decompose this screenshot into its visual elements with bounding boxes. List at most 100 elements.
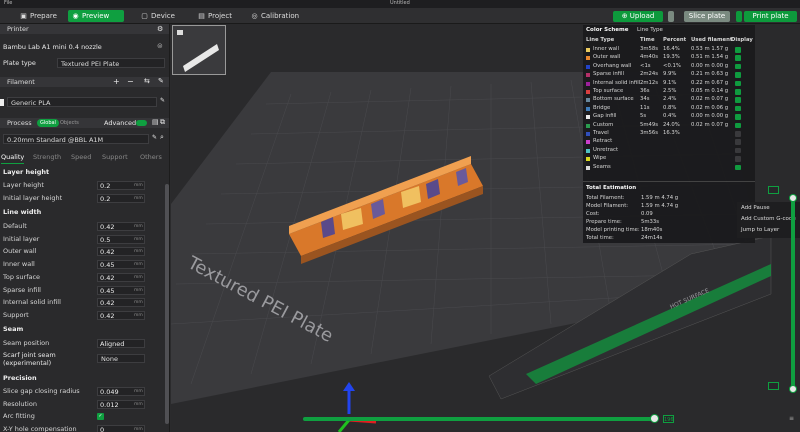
sidebar-scrollbar[interactable] xyxy=(165,184,169,424)
unit-label: mm xyxy=(134,224,143,229)
tab-project[interactable]: ▤ Project xyxy=(194,10,240,22)
tab-speed[interactable]: Speed xyxy=(71,151,91,163)
setting-row: X-Y hole compensation 0 mm xyxy=(0,424,165,432)
tab-quality[interactable]: Quality xyxy=(1,151,25,164)
legend-cell: 34s xyxy=(640,96,650,103)
legend-cell: Custom xyxy=(593,121,614,128)
edit-preset-icon[interactable]: ✎ xyxy=(152,134,157,141)
display-checkbox[interactable] xyxy=(735,156,741,162)
global-toggle[interactable]: Global xyxy=(37,119,59,127)
edit-filament-icon[interactable]: ✎ xyxy=(160,97,165,104)
title-bar: File Untitled xyxy=(0,0,800,8)
legend-cell: 11s xyxy=(640,104,650,111)
display-checkbox[interactable] xyxy=(735,114,741,120)
display-checkbox[interactable] xyxy=(735,80,741,87)
tab-calibration[interactable]: ◎ Calibration xyxy=(247,10,309,22)
vslider-bottom-knob[interactable] xyxy=(789,385,797,393)
tab-device[interactable]: ▢ Device xyxy=(137,10,183,22)
display-checkbox[interactable] xyxy=(735,131,741,137)
thumbnail-model xyxy=(183,44,219,72)
legend-cell: Internal solid infill xyxy=(593,79,641,86)
bottom-layer-label xyxy=(768,382,779,390)
gear-icon[interactable]: ⚙ xyxy=(157,25,163,33)
display-checkbox[interactable] xyxy=(735,164,741,171)
setting-label: Arc fitting xyxy=(3,412,35,420)
legend-cell: Unretract xyxy=(593,146,619,153)
save-icon[interactable]: ▤ xyxy=(152,118,159,126)
legend-cell: 16.3% xyxy=(663,130,680,136)
setting-label: Top surface xyxy=(3,272,41,281)
legend-row: Overhang wall <1s <0.1% 0.00 m 0.00 g xyxy=(583,63,755,71)
tab-strength[interactable]: Strength xyxy=(33,151,61,163)
search-icon[interactable]: ⌕ xyxy=(160,133,164,142)
setting-label: X-Y hole compensation xyxy=(3,424,77,432)
legend-cell: 0.00 m 0.00 g xyxy=(691,62,729,69)
unit-label: mm xyxy=(134,274,143,280)
display-checkbox[interactable] xyxy=(735,139,741,145)
compare-icon[interactable]: ⧉ xyxy=(160,118,165,127)
display-checkbox[interactable] xyxy=(735,55,741,61)
layer-vertical-slider[interactable] xyxy=(791,198,795,388)
advanced-toggle[interactable] xyxy=(136,120,147,126)
tab-support[interactable]: Support xyxy=(102,151,128,163)
legend-cell: 0.02 m 0.06 g xyxy=(691,104,729,111)
jump-to-layer-item[interactable]: Jump to Layer xyxy=(741,227,779,233)
scarf-seam-select[interactable]: None xyxy=(97,354,145,363)
setting-label: Slice gap closing radius xyxy=(3,387,80,395)
unit-label: mm xyxy=(134,287,143,293)
seam-position-select[interactable]: Aligned xyxy=(97,339,145,348)
display-checkbox[interactable] xyxy=(735,47,741,53)
move-horizontal-slider[interactable] xyxy=(303,417,655,421)
plate-type-select[interactable]: Textured PEI Plate xyxy=(57,58,165,68)
display-checkbox[interactable] xyxy=(735,147,741,154)
upload-dropdown[interactable] xyxy=(668,11,674,22)
wifi-icon[interactable]: ⊜ xyxy=(157,42,163,50)
layers-icon[interactable]: ≡ xyxy=(789,415,794,422)
display-checkbox[interactable] xyxy=(735,105,741,112)
add-icon[interactable]: + xyxy=(113,77,120,86)
printer-section: Printer xyxy=(0,24,169,34)
unit-label: mm xyxy=(134,249,143,255)
objects-toggle[interactable]: Objects xyxy=(60,119,79,127)
tab-prepare[interactable]: ▣ Prepare xyxy=(16,10,66,22)
process-preset-select[interactable]: 0.20mm Standard @BBL A1M xyxy=(3,134,149,144)
upload-button[interactable]: ⊕ Upload xyxy=(613,11,663,22)
file-menu[interactable]: File xyxy=(4,0,12,6)
display-checkbox[interactable] xyxy=(735,89,741,95)
add-pause-item[interactable]: Add Pause xyxy=(741,205,770,211)
print-dropdown[interactable] xyxy=(736,11,742,22)
legend-cell: 0.00 m 0.00 g xyxy=(691,113,729,120)
device-icon: ▢ xyxy=(141,12,148,20)
print-plate-button[interactable]: Print plate xyxy=(744,11,797,22)
legend-row: Inner wall 3m58s 16.4% 0.53 m 1.57 g xyxy=(583,46,755,54)
edit-icon[interactable]: ✎ xyxy=(158,77,164,85)
hslider-knob[interactable] xyxy=(650,414,659,423)
arc-fitting-checkbox[interactable]: ✓ xyxy=(97,413,104,420)
sync-icon[interactable]: ⇆ xyxy=(144,77,150,85)
legend-cell: 2.5% xyxy=(663,88,677,94)
tab-others[interactable]: Others xyxy=(140,151,162,163)
estimation-row: Prepare time: 5m33s xyxy=(586,218,751,226)
plate-thumbnail[interactable] xyxy=(172,25,226,75)
remove-icon[interactable]: − xyxy=(127,77,134,86)
display-checkbox[interactable] xyxy=(735,97,741,103)
display-checkbox[interactable] xyxy=(735,72,741,78)
legend-cell: Travel xyxy=(593,130,609,136)
vslider-top-knob[interactable] xyxy=(789,194,797,202)
tab-preview[interactable]: ◉ Preview xyxy=(68,10,124,22)
filament-select[interactable]: Generic PLA xyxy=(7,97,157,107)
legend-cell: 4m40s xyxy=(640,54,659,61)
legend-cell: 3m58s xyxy=(640,46,659,52)
printer-name[interactable]: Bambu Lab A1 mini 0.4 nozzle xyxy=(3,43,102,51)
estimation-label: Cost: xyxy=(586,211,600,217)
legend-cell: Bridge xyxy=(593,104,611,111)
setting-row: Initial layer 0.5 mm xyxy=(0,234,165,245)
line-type-swatch xyxy=(586,115,590,120)
setting-label: Inner wall xyxy=(3,260,35,269)
display-checkbox[interactable] xyxy=(735,122,741,129)
add-custom-gcode-item[interactable]: Add Custom G-code xyxy=(741,216,796,222)
display-checkbox[interactable] xyxy=(735,63,741,70)
slice-plate-button[interactable]: Slice plate xyxy=(684,11,730,22)
scheme-select[interactable]: Line Type xyxy=(637,27,663,33)
legend-cell: 16.4% xyxy=(663,46,680,52)
